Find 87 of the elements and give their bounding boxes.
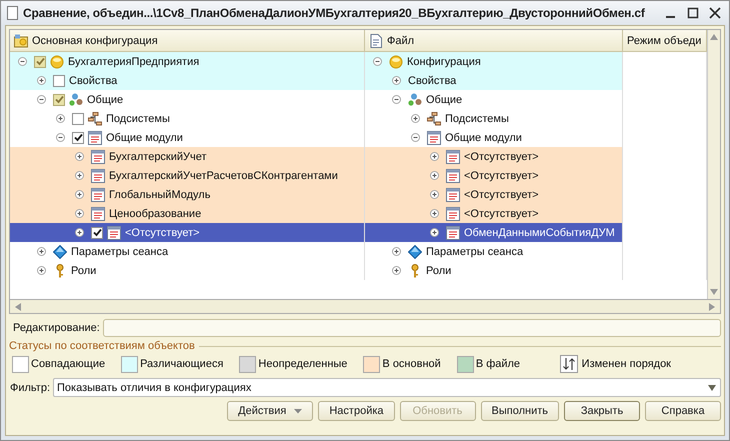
expand-icon[interactable]: [75, 152, 84, 161]
tree-row[interactable]: ОбменДаннымиСобытияДУМ: [365, 223, 623, 242]
expand-icon[interactable]: [430, 228, 439, 237]
expand-icon[interactable]: [392, 266, 401, 275]
tree-row[interactable]: <Отсутствует>: [365, 166, 623, 185]
tree-row[interactable]: Свойства: [10, 71, 365, 90]
tree-item-label: Общие модули: [445, 132, 522, 144]
tree-item-label: БухгалтерияПредприятия: [68, 56, 200, 68]
tree-item-label: <Отсутствует>: [464, 170, 539, 182]
tree-row[interactable]: Свойства: [365, 71, 623, 90]
expand-icon[interactable]: [75, 228, 84, 237]
tree-row[interactable]: <Отсутствует>: [365, 204, 623, 223]
button[interactable]: Справка: [645, 401, 721, 421]
expand-icon[interactable]: [430, 171, 439, 180]
tree-row[interactable]: БухгалтерскийУчетРасчетовСКонтрагентами: [10, 166, 365, 185]
checkbox[interactable]: [72, 112, 84, 124]
expand-icon[interactable]: [75, 171, 84, 180]
tree-item-label: Свойства: [408, 74, 456, 86]
legend-label: Различающиеся: [140, 358, 224, 370]
button[interactable]: Настройка: [318, 401, 395, 421]
tree-item-label: <Отсутствует>: [125, 226, 200, 238]
tree-row[interactable]: ГлобальныйМодуль: [10, 185, 365, 204]
tree-item-label: Подсистемы: [445, 112, 509, 124]
expand-icon[interactable]: [75, 209, 84, 218]
expand-icon[interactable]: [430, 190, 439, 199]
collapse-icon[interactable]: [411, 133, 420, 142]
column-header[interactable]: Файл: [365, 30, 623, 51]
expand-icon[interactable]: [430, 152, 439, 161]
column-header[interactable]: Основная конфигурация: [10, 30, 365, 51]
tree-item-label: Свойства: [69, 74, 118, 86]
editing-field[interactable]: [102, 319, 721, 337]
collapse-icon[interactable]: [392, 95, 401, 104]
legend-label: В основной: [382, 358, 441, 370]
expand-icon[interactable]: [411, 114, 420, 123]
expand-icon[interactable]: [37, 76, 46, 85]
document-icon: [7, 6, 18, 20]
tree-row[interactable]: БухгалтерскийУчет: [10, 147, 365, 166]
tree-item-label: Подсистемы: [106, 112, 170, 124]
tree-item-label: <Отсутствует>: [464, 208, 539, 220]
maximize-icon[interactable]: [687, 7, 699, 19]
tree-item-label: Роли: [71, 264, 96, 276]
dropdown-button[interactable]: Действия: [227, 401, 314, 421]
expand-icon[interactable]: [392, 76, 401, 85]
filter-dropdown[interactable]: Показывать отличия в конфигурациях: [53, 378, 721, 397]
collapse-icon[interactable]: [37, 95, 46, 104]
button[interactable]: Выполнить: [480, 401, 559, 421]
window-title: Сравнение, объедин...\1Cv8_ПланОбменаДалионУМБухгалтерия20_ВБухгалтерию_ДвустороннийОбмен.cf: [23, 6, 646, 20]
collapse-icon[interactable]: [18, 57, 27, 66]
collapse-icon[interactable]: [373, 57, 382, 66]
tree-item-label: <Отсутствует>: [464, 150, 539, 162]
legend-label: В файле: [476, 358, 520, 370]
expand-icon[interactable]: [56, 114, 65, 123]
tree-row[interactable]: Ценообразование: [10, 204, 365, 223]
tree-item-label: БухгалтерскийУчет: [109, 150, 207, 162]
expand-icon[interactable]: [37, 266, 46, 275]
close-icon[interactable]: [709, 7, 721, 19]
expand-icon[interactable]: [37, 247, 46, 256]
checkbox[interactable]: [53, 74, 65, 86]
tree-row[interactable]: <Отсутствует>: [365, 185, 623, 204]
legend-label: Изменен порядок: [582, 358, 671, 370]
tree-row[interactable]: БухгалтерияПредприятия: [10, 52, 365, 71]
tree-item-label: Общие: [87, 94, 124, 106]
button[interactable]: Закрыть: [564, 401, 640, 421]
tree-row[interactable]: Конфигурация: [365, 52, 623, 71]
tree-item-label: Конфигурация: [407, 56, 481, 68]
collapse-icon[interactable]: [56, 133, 65, 142]
filter-label: Фильтр:: [10, 382, 50, 394]
expand-icon[interactable]: [430, 209, 439, 218]
legend-title: Статусы по соответствиям объектов: [9, 340, 195, 352]
tree-item-label: Параметры сеанса: [71, 246, 168, 258]
dropdown-arrow-icon[interactable]: [708, 384, 716, 390]
legend-label: Совпадающие: [31, 358, 106, 370]
tree-item-label: Ценообразование: [109, 208, 202, 220]
expand-icon[interactable]: [75, 190, 84, 199]
tree-item-label: Роли: [426, 264, 452, 276]
expand-icon[interactable]: [392, 247, 401, 256]
tree-row[interactable]: <Отсутствует>: [10, 223, 365, 242]
tree-item-label: БухгалтерскийУчетРасчетовСКонтрагентами: [109, 170, 338, 182]
tree-row[interactable]: <Отсутствует>: [365, 147, 623, 166]
tree-item-label: ОбменДаннымиСобытияДУМ: [464, 226, 615, 238]
legend-label: Неопределенные: [258, 358, 348, 370]
tree-item-label: ГлобальныйМодуль: [109, 188, 210, 200]
tree-item-label: Параметры сеанса: [426, 246, 524, 258]
tree-item-label: <Отсутствует>: [464, 188, 539, 200]
tree-item-label: Общие: [426, 94, 462, 106]
tree-item-label: Общие модули: [106, 132, 183, 144]
editing-label: Редактирование:: [13, 322, 100, 334]
